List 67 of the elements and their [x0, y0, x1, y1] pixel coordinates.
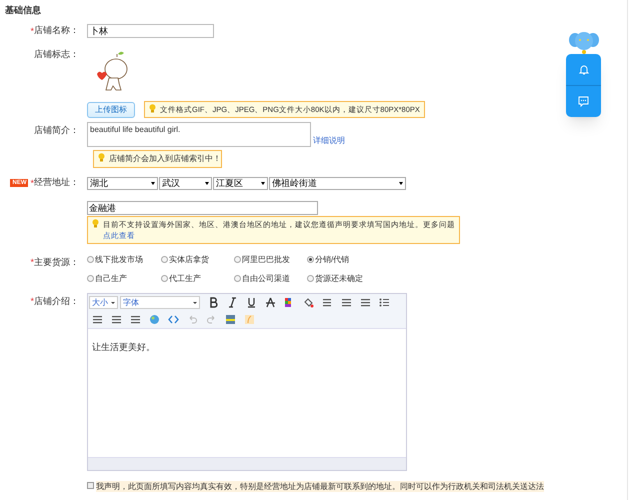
address-detail-field[interactable]: 金融港 — [87, 200, 318, 215]
bullet-list-icon[interactable] — [379, 297, 390, 308]
image-icon[interactable] — [225, 314, 236, 325]
lightbulb-icon — [149, 104, 156, 113]
field-label: 经营地址： — [34, 176, 79, 190]
numbered-list-icon[interactable] — [92, 314, 103, 325]
required-mark: * — [30, 178, 34, 188]
field-label: 主要货源： — [34, 256, 79, 269]
declaration-text: 我声明，此页面所填写内容均真实有效，特别是经营地址为店铺最新可联系到的地址。同时可以作为行政机关和司法机关送达法 — [96, 480, 544, 492]
align-center-icon[interactable] — [341, 297, 352, 308]
strikethrough-icon[interactable] — [265, 297, 276, 308]
italic-icon[interactable] — [227, 297, 238, 308]
radio-label: 线下批发市场 — [95, 254, 143, 266]
radio-button[interactable] — [234, 275, 241, 282]
code-icon[interactable] — [168, 314, 179, 325]
indent-icon[interactable] — [111, 314, 122, 325]
radio-label: 阿里巴巴批发 — [242, 254, 290, 266]
radio-label: 自己生产 — [95, 272, 127, 285]
dropdown-arrow-icon — [399, 182, 403, 184]
size-select[interactable]: 大小 — [89, 296, 118, 310]
dropdown-arrow-icon — [151, 182, 155, 184]
lightbulb-icon — [92, 218, 99, 228]
shop-name-field[interactable]: 卜林 — [87, 24, 214, 38]
radio-button[interactable] — [87, 275, 94, 282]
radio-button[interactable] — [161, 256, 168, 264]
globe-icon[interactable] — [149, 314, 160, 325]
radio-button[interactable] — [234, 256, 241, 264]
field-label: 店铺简介： — [34, 124, 79, 138]
dropdown-select[interactable]: 武汉 — [159, 176, 212, 190]
align-left-icon[interactable] — [322, 297, 333, 308]
fill-color-icon[interactable] — [303, 297, 314, 308]
elephant-mascot-drawing — [568, 30, 600, 54]
radio-button[interactable] — [307, 275, 314, 282]
field-label: 店铺名称： — [34, 24, 79, 38]
radio-label: 实体店拿货 — [169, 254, 209, 266]
outdent-icon[interactable] — [130, 314, 141, 325]
bold-icon[interactable] — [208, 297, 219, 308]
align-right-icon[interactable] — [360, 297, 371, 308]
shop-intro-field[interactable]: beautiful life beautiful girl. — [87, 122, 311, 148]
dropdown-select[interactable]: 佛祖岭街道 — [269, 176, 406, 190]
editor-text: 让生活更美好。 — [92, 342, 155, 352]
radio-label: 分销/代销 — [315, 254, 350, 266]
underline-icon[interactable] — [246, 297, 257, 308]
radio-button[interactable] — [161, 275, 168, 282]
dropdown-arrow-icon — [205, 182, 209, 184]
font-select[interactable]: 字体 — [120, 296, 200, 310]
field-label: 店铺介绍： — [34, 294, 79, 308]
lightbulb-icon — [98, 153, 105, 162]
required-mark: * — [30, 26, 34, 36]
required-mark: * — [30, 258, 34, 267]
upload-icon-button[interactable]: 上传图标 — [87, 102, 135, 118]
bell-icon[interactable] — [578, 64, 588, 75]
radio-label: 代工生产 — [169, 272, 201, 285]
radio-button[interactable] — [87, 256, 94, 264]
details-link[interactable]: 详细说明 — [313, 135, 345, 148]
radio-label: 货源还未确定 — [315, 272, 363, 285]
section-title: 基础信息 — [5, 4, 42, 17]
tip-text: 店铺简介会加入到店铺索引中！ — [109, 153, 221, 166]
chat-icon[interactable] — [578, 96, 589, 107]
field-label: 店铺标志： — [34, 48, 79, 61]
checkbox[interactable] — [87, 482, 94, 489]
required-mark: * — [30, 297, 34, 306]
radio-label: 自由公司渠道 — [242, 272, 290, 285]
dropdown-select[interactable]: 湖北 — [87, 176, 158, 190]
dropdown-select[interactable]: 江夏区 — [213, 176, 268, 190]
radio-button[interactable] — [307, 256, 314, 264]
dropdown-arrow-icon — [261, 182, 265, 184]
